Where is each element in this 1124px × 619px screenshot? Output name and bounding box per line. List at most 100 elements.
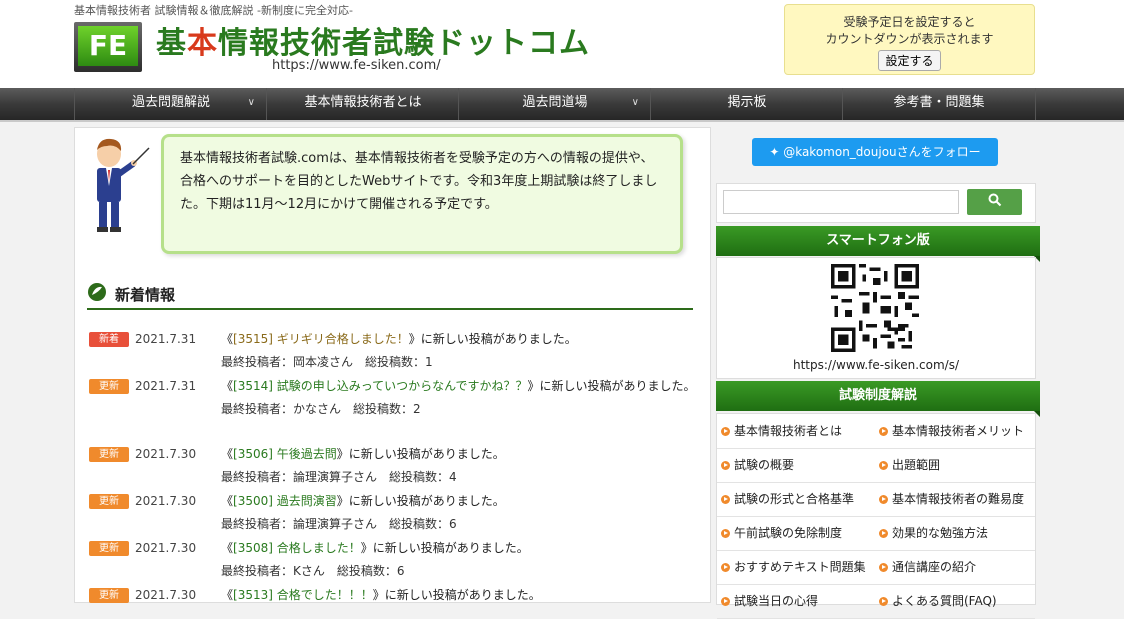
nav-label: 過去問題解説 bbox=[131, 95, 210, 110]
exam-system-header: 試験制度解説 bbox=[716, 381, 1040, 417]
bracket: 《 bbox=[221, 379, 234, 393]
update-badge: 更新 bbox=[89, 541, 129, 556]
sidebar-link-label: よくある質問(FAQ) bbox=[892, 594, 997, 608]
sidebar-link-label: 試験当日の心得 bbox=[734, 594, 819, 608]
sidebar-link[interactable]: 基本情報技術者メリット bbox=[875, 414, 1035, 449]
smartphone-title: スマートフォン版 bbox=[826, 233, 930, 248]
news-date: 2021.7.30 bbox=[135, 541, 197, 555]
news-link[interactable]: [3508] 合格しました！ bbox=[233, 541, 361, 555]
arrow-bullet-icon bbox=[721, 461, 730, 470]
sidebar-link[interactable]: 午前試験の免除制度 bbox=[717, 516, 875, 551]
news-link[interactable]: [3500] 過去問演習 bbox=[233, 494, 337, 508]
arrow-bullet-icon bbox=[721, 563, 730, 572]
news-message: 《[3508] 合格しました！》に新しい投稿がありました。 最終投稿者：Kさん 総… bbox=[221, 537, 699, 583]
exam-system-title: 試験制度解説 bbox=[838, 388, 917, 403]
sidebar-link-label: 効果的な勉強方法 bbox=[892, 526, 989, 540]
sidebar-link-label: 試験の概要 bbox=[734, 458, 795, 472]
bracket: 《 bbox=[221, 541, 234, 555]
bracket: 《 bbox=[221, 588, 234, 602]
news-sub: 最終投稿者：論理演算子さん 総投稿数：4 bbox=[221, 470, 457, 484]
sidebar-link[interactable]: 出題範囲 bbox=[875, 448, 1035, 483]
site-title[interactable]: 基本情報技術者試験ドットコム bbox=[156, 18, 590, 62]
main-content: 基本情報技術者試験.comは、基本情報技術者を受験予定の方への情報の提供や、合格… bbox=[74, 127, 711, 603]
sidebar-link-label: 午前試験の免除制度 bbox=[734, 526, 843, 540]
news-message: 《[3506] 午後過去問》に新しい投稿がありました。最終投稿者：論理演算子さん… bbox=[221, 443, 699, 489]
news-title: 新着情報 bbox=[115, 286, 176, 304]
news-sub: 最終投稿者：Kさん 総投稿数：6 bbox=[221, 564, 405, 578]
news-link[interactable]: [3506] 午後過去問 bbox=[233, 447, 337, 461]
news-sub: 最終投稿者：岡本凌さん 総投稿数：1 bbox=[221, 355, 433, 369]
smartphone-url[interactable]: https://www.fe-siken.com/s/ bbox=[717, 358, 1035, 372]
nav-item-practice[interactable]: 過去問道場 ∨ bbox=[458, 88, 651, 120]
nav-item-books[interactable]: 参考書・問題集 bbox=[842, 88, 1036, 120]
news-date: 2021.7.30 bbox=[135, 447, 197, 461]
site-title-accent: 本 bbox=[187, 26, 218, 61]
twitter-follow-button[interactable]: ✦ @kakomon_doujouさんをフォロー bbox=[752, 138, 998, 166]
news-header: 新着情報 bbox=[87, 280, 693, 310]
countdown-text-1: 受験予定日を設定すると bbox=[843, 15, 976, 29]
bracket: 《 bbox=[221, 332, 234, 346]
arrow-bullet-icon bbox=[721, 529, 730, 538]
arrow-bullet-icon bbox=[721, 495, 730, 504]
search-input[interactable] bbox=[723, 190, 959, 214]
nav-item-past-exams[interactable]: 過去問題解説 ∨ bbox=[74, 88, 267, 120]
sidebar-link[interactable]: 試験当日の心得 bbox=[717, 584, 875, 619]
sidebar-link[interactable]: おすすめテキスト問題集 bbox=[717, 550, 875, 585]
sidebar-link-label: 試験の形式と合格基準 bbox=[734, 492, 855, 506]
nav-label: 掲示板 bbox=[727, 95, 767, 110]
sidebar-link-label: 出題範囲 bbox=[892, 458, 941, 472]
nav-item-bbs[interactable]: 掲示板 bbox=[650, 88, 843, 120]
sidebar-link-label: 通信講座の紹介 bbox=[892, 560, 977, 574]
sidebar-link[interactable]: よくある質問(FAQ) bbox=[875, 584, 1035, 619]
logo-mark: FE bbox=[78, 26, 138, 66]
set-exam-date-button[interactable]: 設定する bbox=[878, 50, 941, 71]
sidebar-link[interactable]: 試験の形式と合格基準 bbox=[717, 482, 875, 517]
news-item: 更新 2021.7.30 《[3506] 午後過去問》に新しい投稿がありました。… bbox=[89, 443, 699, 489]
nav-label: 参考書・問題集 bbox=[893, 95, 985, 110]
bracket: 《 bbox=[221, 494, 234, 508]
nav-item-about[interactable]: 基本情報技術者とは bbox=[266, 88, 459, 120]
news-link[interactable]: [3515] ギリギリ合格しました！ bbox=[233, 332, 409, 346]
qr-panel: https://www.fe-siken.com/s/ bbox=[716, 257, 1036, 379]
news-text: 》に新しい投稿がありました。 bbox=[336, 447, 505, 461]
arrow-bullet-icon bbox=[879, 597, 888, 606]
sidebar-link[interactable]: 試験の概要 bbox=[717, 448, 875, 483]
site-tagline: 基本情報技術者 試験情報＆徹底解説 -新制度に完全対応- bbox=[74, 4, 353, 17]
site-url: https://www.fe-siken.com/ bbox=[272, 58, 441, 73]
site-title-part: 情報技術者試験ドットコム bbox=[218, 26, 590, 61]
sidebar-link[interactable]: 基本情報技術者とは bbox=[717, 414, 875, 449]
countdown-panel: 受験予定日を設定すると カウントダウンが表示されます 設定する bbox=[784, 4, 1035, 75]
news-message: 《[3513] 合格でした！！！》に新しい投稿がありました。 bbox=[221, 584, 699, 607]
news-date: 2021.7.30 bbox=[135, 494, 197, 508]
news-item: 更新 2021.7.30 《[3513] 合格でした！！！》に新しい投稿がありま… bbox=[89, 584, 699, 604]
news-date: 2021.7.30 bbox=[135, 588, 197, 602]
sidebar-link[interactable]: 基本情報技術者の難易度 bbox=[875, 482, 1035, 517]
main-nav: 過去問題解説 ∨ 基本情報技術者とは 過去問道場 ∨ 掲示板 参考書・問題集 bbox=[0, 88, 1124, 122]
site-logo[interactable]: FE bbox=[74, 18, 148, 74]
bracket: 《 bbox=[221, 447, 234, 461]
nav-label: 基本情報技術者とは bbox=[304, 95, 422, 110]
nav-label: 過去問道場 bbox=[522, 95, 588, 110]
search-icon bbox=[988, 193, 1001, 207]
news-text: 》に新しい投稿がありました。 bbox=[372, 588, 541, 602]
intro-bubble: 基本情報技術者試験.comは、基本情報技術者を受験予定の方への情報の提供や、合格… bbox=[161, 134, 683, 254]
site-header: 基本情報技術者 試験情報＆徹底解説 -新制度に完全対応- FE 基本情報技術者試… bbox=[0, 0, 1124, 88]
smartphone-header: スマートフォン版 bbox=[716, 226, 1040, 262]
news-item: 新着 2021.7.31 《[3515] ギリギリ合格しました！》に新しい投稿が… bbox=[89, 328, 699, 374]
update-badge: 更新 bbox=[89, 379, 129, 394]
sidebar-link[interactable]: 効果的な勉強方法 bbox=[875, 516, 1035, 551]
news-link[interactable]: [3514] 試験の申し込みっていつからなんですかね？？ bbox=[233, 379, 528, 393]
qr-code-icon[interactable] bbox=[831, 264, 919, 352]
sidebar-link-label: 基本情報技術者メリット bbox=[892, 424, 1025, 438]
update-badge: 更新 bbox=[89, 494, 129, 509]
news-message: 《[3514] 試験の申し込みっていつからなんですかね？？》に新しい投稿がありま… bbox=[221, 375, 699, 421]
news-link[interactable]: [3513] 合格でした！！！ bbox=[233, 588, 373, 602]
news-text: 》に新しい投稿がありました。 bbox=[336, 494, 505, 508]
news-date: 2021.7.31 bbox=[135, 379, 197, 393]
news-item: 更新 2021.7.30 《[3500] 過去問演習》に新しい投稿がありました。… bbox=[89, 490, 699, 536]
sidebar-link-label: おすすめテキスト問題集 bbox=[734, 560, 866, 574]
search-button[interactable] bbox=[967, 189, 1022, 215]
exam-system-links: 基本情報技術者とは 基本情報技術者メリット 試験の概要 出題範囲 試験の形式と合… bbox=[716, 413, 1036, 619]
sidebar-link[interactable]: 通信講座の紹介 bbox=[875, 550, 1035, 585]
news-message: 《[3515] ギリギリ合格しました！》に新しい投稿がありました。 最終投稿者：岡… bbox=[221, 328, 699, 374]
